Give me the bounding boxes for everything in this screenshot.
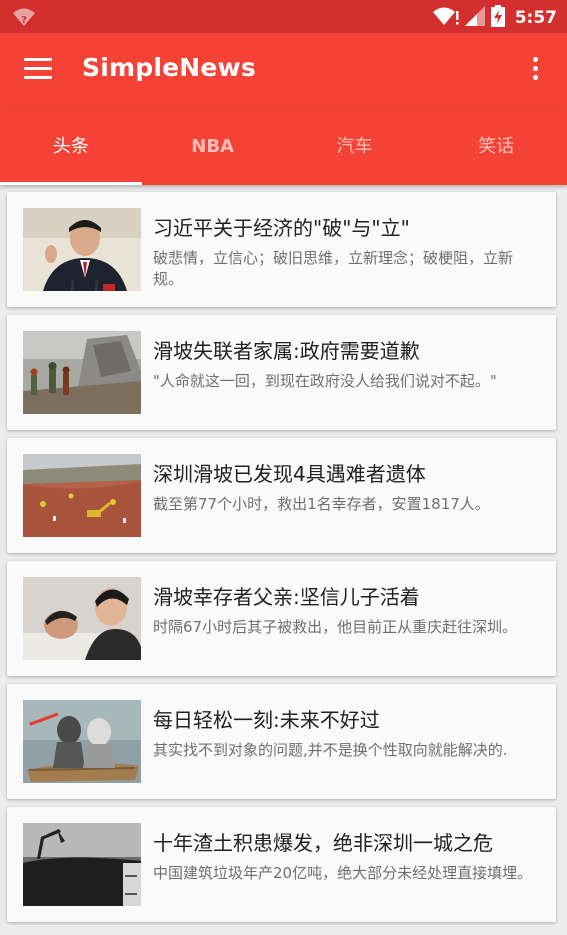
wifi-alert-icon — [432, 5, 459, 31]
tab-headlines[interactable]: 头条 — [0, 108, 142, 185]
news-thumbnail — [23, 700, 141, 783]
tab-jokes[interactable]: 笑话 — [425, 108, 567, 185]
news-title: 滑坡幸存者父亲:坚信儿子活着 — [153, 585, 420, 609]
status-bar: ? 5:57 — [0, 0, 567, 33]
battery-charging-icon — [490, 5, 505, 31]
news-item[interactable]: 十年渣土积患爆发，绝非深圳一城之危 中国建筑垃圾年产20亿吨，绝大部分未经处理直… — [7, 807, 556, 922]
news-summary: 时隔67小时后其子被救出，他目前正从重庆赶往深圳。 — [153, 618, 518, 636]
news-item[interactable]: 习近平关于经济的"破"与"立" 破悲情，立信心；破旧思维，立新理念；破梗阻，立新… — [7, 192, 556, 307]
news-item[interactable]: 滑坡幸存者父亲:坚信儿子活着 时隔67小时后其子被救出，他目前正从重庆赶往深圳。 — [7, 561, 556, 676]
news-title: 十年渣土积患爆发，绝非深圳一城之危 — [153, 831, 493, 855]
signal-icon — [464, 6, 485, 30]
news-item[interactable]: 深圳滑坡已发现4具遇难者遗体 截至第77个小时，救出1名幸存者，安置1817人。 — [7, 438, 556, 553]
news-summary: 中国建筑垃圾年产20亿吨，绝大部分未经处理直接填埋。 — [153, 864, 533, 882]
news-summary: 其实找不到对象的问题,并不是换个性取向就能解决的. — [153, 741, 508, 759]
news-thumbnail — [23, 454, 141, 537]
status-time: 5:57 — [514, 8, 557, 28]
news-thumbnail — [23, 208, 141, 291]
news-summary: 截至第77个小时，救出1名幸存者，安置1817人。 — [153, 495, 490, 513]
news-item[interactable]: 滑坡失联者家属:政府需要道歉 "人命就这一回，到现在政府没人给我们说对不起。" — [7, 315, 556, 430]
app-toolbar: SimpleNews — [0, 33, 567, 108]
news-item[interactable]: 每日轻松一刻:未来不好过 其实找不到对象的问题,并不是换个性取向就能解决的. — [7, 684, 556, 799]
app-title: SimpleNews — [82, 53, 256, 82]
news-thumbnail — [23, 577, 141, 660]
news-title: 滑坡失联者家属:政府需要道歉 — [153, 339, 420, 363]
overflow-menu-icon[interactable] — [525, 57, 545, 85]
hamburger-menu-icon[interactable] — [24, 58, 52, 82]
tab-nba[interactable]: NBA — [142, 108, 284, 185]
svg-text:?: ? — [21, 15, 27, 26]
tab-cars[interactable]: 汽车 — [284, 108, 426, 185]
news-summary: "人命就这一回，到现在政府没人给我们说对不起。" — [153, 372, 497, 390]
news-title: 每日轻松一刻:未来不好过 — [153, 708, 380, 732]
category-tabs: 头条 NBA 汽车 笑话 — [0, 108, 567, 185]
news-thumbnail — [23, 823, 141, 906]
news-title: 深圳滑坡已发现4具遇难者遗体 — [153, 462, 426, 486]
wifi-question-icon: ? — [12, 6, 36, 32]
news-summary: 破悲情，立信心；破旧思维，立新理念；破梗阻，立新规。 — [153, 249, 514, 288]
news-thumbnail — [23, 331, 141, 414]
news-title: 习近平关于经济的"破"与"立" — [153, 216, 410, 240]
